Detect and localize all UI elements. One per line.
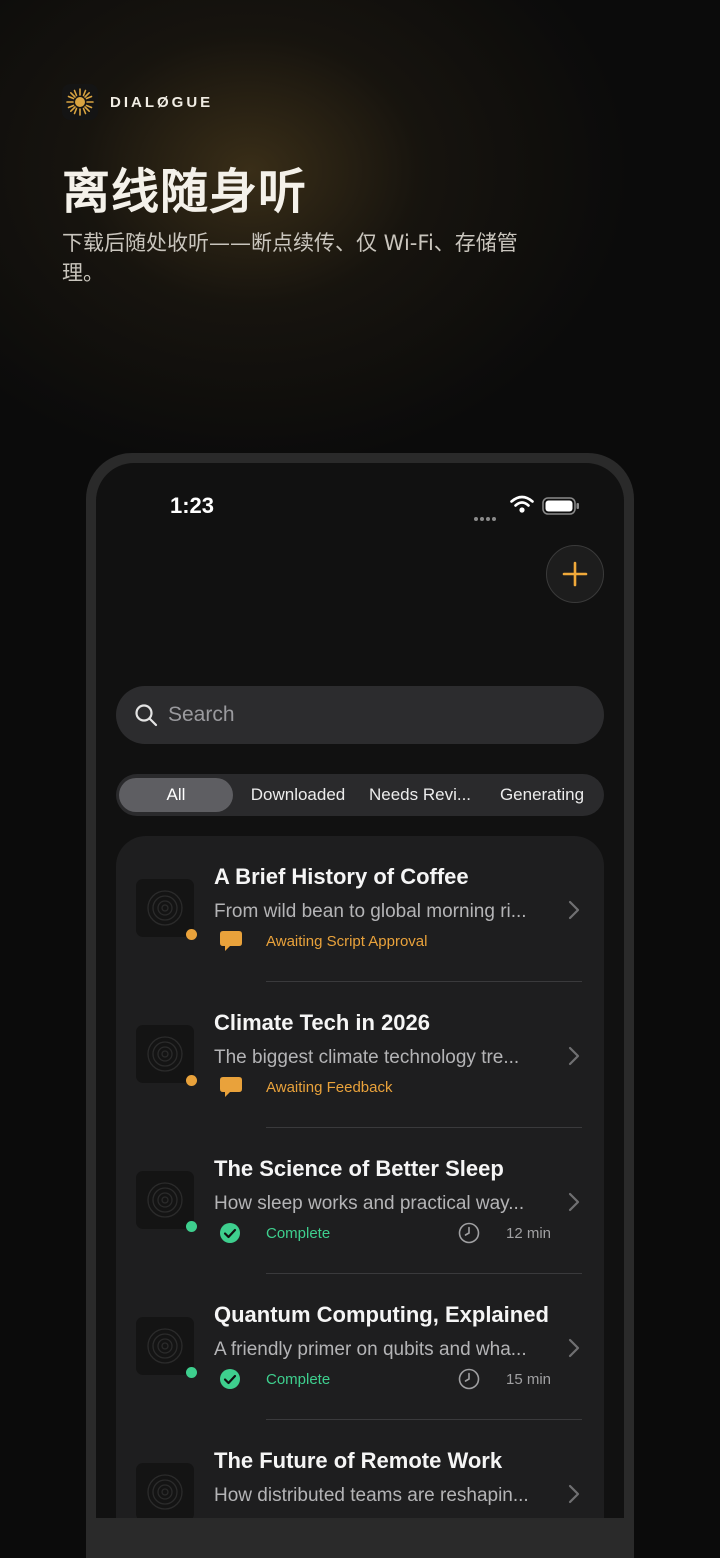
- episode-duration: 15 min: [506, 1371, 552, 1388]
- search-input[interactable]: Search: [116, 686, 604, 744]
- episode-row[interactable]: The Future of Remote Work How distribute…: [116, 1420, 604, 1518]
- cellular-signal-icon: [474, 508, 498, 526]
- status-label: Awaiting Feedback: [266, 1079, 393, 1096]
- episode-description: A friendly primer on qubits and wha...: [214, 1339, 527, 1360]
- episode-row[interactable]: Climate Tech in 2026 The biggest climate…: [116, 982, 604, 1128]
- episode-row[interactable]: A Brief History of Coffee From wild bean…: [116, 836, 604, 982]
- clock-icon: [458, 1368, 480, 1390]
- search-placeholder: Search: [168, 703, 235, 726]
- battery-icon: [542, 497, 580, 520]
- episode-title: A Brief History of Coffee: [214, 864, 469, 889]
- episode-artwork: [136, 1171, 194, 1229]
- episode-row[interactable]: The Science of Better Sleep How sleep wo…: [116, 1128, 604, 1274]
- checkmark-circle-icon: [220, 1369, 240, 1389]
- tab-needs-review[interactable]: Needs Revi...: [362, 774, 478, 816]
- episode-row[interactable]: Quantum Computing, Explained A friendly …: [116, 1274, 604, 1420]
- brand-name: DIALØGUE: [110, 93, 214, 111]
- tab-generating[interactable]: Generating: [484, 774, 600, 816]
- episode-title: The Science of Better Sleep: [214, 1156, 504, 1181]
- episode-artwork: [136, 879, 194, 937]
- status-label: Complete: [266, 1371, 331, 1388]
- brand: DIALØGUE: [62, 84, 213, 120]
- chevron-right-icon: [568, 1192, 580, 1212]
- search-icon: [135, 704, 158, 727]
- status-dot: [186, 1075, 197, 1086]
- chat-bubble-icon: [220, 1077, 242, 1097]
- episode-title: Climate Tech in 2026: [214, 1010, 431, 1035]
- episode-list: A Brief History of Coffee From wild bean…: [116, 836, 604, 1518]
- tab-downloaded[interactable]: Downloaded: [238, 774, 358, 816]
- add-episode-button[interactable]: [546, 545, 604, 603]
- status-dot: [186, 1367, 197, 1378]
- plus-icon: [562, 561, 588, 587]
- episode-title: Quantum Computing, Explained: [214, 1302, 549, 1327]
- clock-icon: [458, 1222, 480, 1244]
- chevron-right-icon: [568, 1046, 580, 1066]
- status-dot: [186, 1221, 197, 1232]
- chevron-right-icon: [568, 1338, 580, 1358]
- sunburst-icon: [62, 84, 98, 120]
- episode-duration: 12 min: [506, 1225, 552, 1242]
- episode-artwork: [136, 1317, 194, 1375]
- episode-description: From wild bean to global morning ri...: [214, 901, 527, 922]
- hero-subhead: 下载后随处收听——断点续传、仅 Wi-Fi、存储管理。: [62, 231, 518, 285]
- tab-all[interactable]: All: [119, 778, 233, 812]
- episode-description: The biggest climate technology tre...: [214, 1047, 520, 1068]
- filter-tabs: All Downloaded Needs Revi... Generating: [116, 774, 604, 816]
- episode-description: How distributed teams are reshapin...: [214, 1485, 529, 1506]
- episode-title: The Future of Remote Work: [214, 1448, 503, 1473]
- hero-headline: 离线随身听: [62, 164, 308, 220]
- chat-bubble-icon: [220, 931, 242, 951]
- status-time: 1:23: [170, 493, 215, 518]
- chevron-right-icon: [568, 1484, 580, 1504]
- wifi-icon: [510, 495, 534, 518]
- episode-artwork: [136, 1463, 194, 1518]
- status-label: Complete: [266, 1225, 331, 1242]
- checkmark-circle-icon: [220, 1223, 240, 1243]
- status-dot: [186, 929, 197, 940]
- episode-artwork: [136, 1025, 194, 1083]
- status-label: Awaiting Script Approval: [266, 933, 428, 950]
- episode-description: How sleep works and practical way...: [214, 1193, 525, 1214]
- chevron-right-icon: [568, 900, 580, 920]
- phone-screen: 1:23 Search All Downloaded Needs Revi...: [96, 463, 624, 1518]
